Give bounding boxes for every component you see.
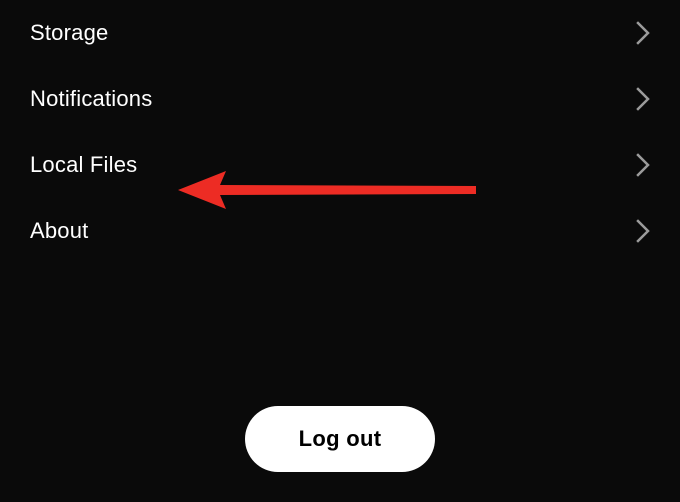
settings-item-storage[interactable]: Storage [0, 0, 680, 66]
chevron-right-icon [636, 87, 650, 111]
logout-container: Log out [0, 406, 680, 472]
settings-item-label: Notifications [30, 86, 152, 112]
logout-button[interactable]: Log out [245, 406, 436, 472]
settings-item-label: Local Files [30, 152, 137, 178]
settings-item-about[interactable]: About [0, 198, 680, 264]
chevron-right-icon [636, 153, 650, 177]
settings-item-label: Storage [30, 20, 108, 46]
settings-item-local-files[interactable]: Local Files [0, 132, 680, 198]
settings-item-notifications[interactable]: Notifications [0, 66, 680, 132]
chevron-right-icon [636, 219, 650, 243]
settings-list: Storage Notifications Local Files About [0, 0, 680, 264]
chevron-right-icon [636, 21, 650, 45]
settings-item-label: About [30, 218, 89, 244]
